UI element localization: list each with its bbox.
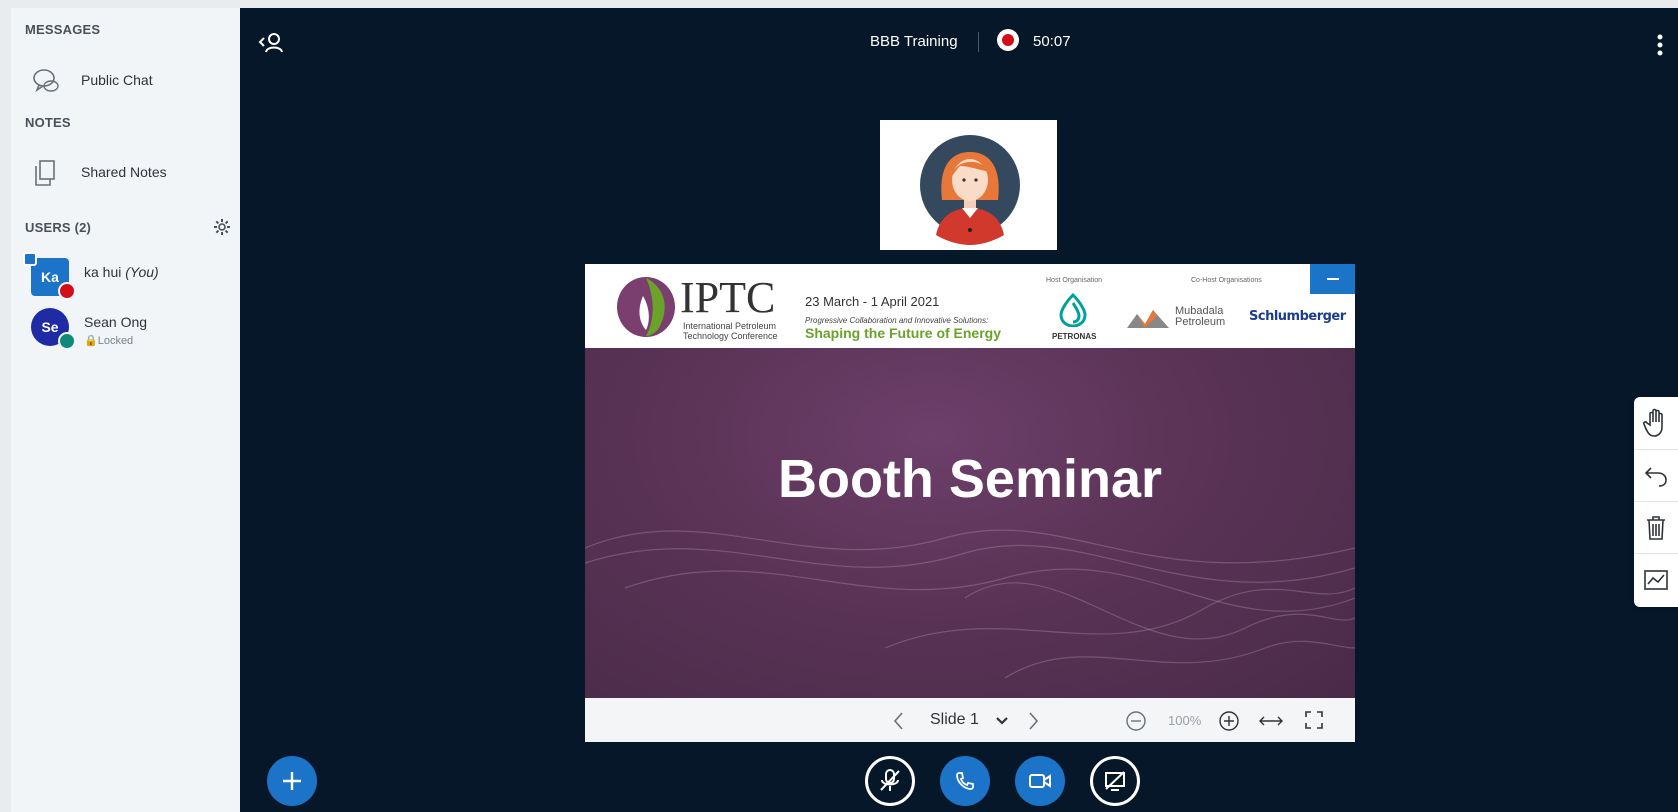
user-name: ka hui (You) — [84, 264, 159, 280]
user-name: Sean Ong — [84, 314, 148, 330]
host-label: Host Organisation — [1046, 277, 1103, 284]
record-button[interactable] — [997, 29, 1019, 51]
presentation-toolbar: Slide 1 100% — [585, 698, 1355, 742]
multi-user-tool[interactable] — [1634, 553, 1678, 606]
whiteboard-toolbar — [1634, 397, 1678, 607]
recording-time: 50:07 — [1033, 33, 1071, 50]
chevron-down-icon[interactable] — [995, 716, 1009, 726]
users-section-title: USERS (2) — [25, 220, 92, 235]
mubadala-logo-icon — [1127, 310, 1169, 328]
fit-width-icon[interactable] — [1258, 712, 1284, 730]
public-chat-item[interactable]: Public Chat — [11, 58, 240, 102]
user-item-sean-ong[interactable]: Se Sean Ong 🔒Locked — [11, 304, 240, 354]
toggle-userlist-icon[interactable] — [258, 30, 286, 56]
tagline-big: Shaping the Future of Energy — [805, 325, 1002, 341]
mubadala-text: Mubadala Petroleum — [1175, 305, 1226, 328]
zoom-in-icon[interactable] — [1218, 710, 1240, 732]
muted-microphone-icon — [880, 769, 900, 791]
lock-status: 🔒Locked — [84, 335, 134, 347]
schlumberger-logo: Schlumberger — [1249, 309, 1346, 324]
petronas-logo-icon — [1059, 293, 1087, 327]
video-camera-icon — [1029, 774, 1051, 788]
shared-notes-item[interactable]: Shared Notes — [11, 150, 240, 194]
meeting-title: BBB Training — [870, 33, 958, 50]
share-webcam-button[interactable] — [1015, 756, 1065, 806]
zoom-out-icon[interactable] — [1125, 710, 1147, 732]
clear-tool[interactable] — [1634, 501, 1678, 554]
notes-section-title: NOTES — [25, 115, 71, 130]
fullscreen-icon[interactable] — [1304, 710, 1324, 730]
petronas-label: PETRONAS — [1052, 332, 1097, 341]
avatar-initials: Ka — [41, 269, 59, 285]
chat-icon — [33, 69, 59, 93]
divider — [978, 32, 979, 52]
minimize-presentation-button[interactable] — [1310, 264, 1355, 294]
gear-icon[interactable] — [212, 217, 232, 237]
slide-header-banner: IPTC International Petroleum Technology … — [585, 264, 1355, 348]
avatar-initials: Se — [41, 319, 59, 335]
user-avatar-icon — [920, 135, 1020, 245]
minus-icon — [1326, 278, 1339, 280]
more-options-icon[interactable] — [1655, 32, 1665, 58]
undo-icon — [1644, 467, 1667, 487]
actions-button[interactable] — [267, 756, 317, 806]
webcam-video[interactable] — [880, 120, 1057, 250]
shared-notes-label: Shared Notes — [81, 164, 167, 180]
slide-title: Booth Seminar — [777, 449, 1163, 509]
headphones-icon — [58, 332, 76, 350]
tagline-small: Progressive Collaboration and Innovative… — [805, 316, 989, 325]
leave-audio-button[interactable] — [940, 756, 990, 806]
presenter-icon — [23, 252, 37, 266]
next-slide-icon[interactable] — [1027, 711, 1039, 731]
slide-content[interactable]: Booth Seminar — [585, 348, 1355, 698]
you-tag: (You) — [125, 264, 159, 280]
slide-selector[interactable]: Slide 1 — [930, 711, 979, 729]
zoom-level: 100% — [1168, 713, 1202, 728]
phone-icon — [956, 772, 974, 790]
presentation-area: IPTC International Petroleum Technology … — [585, 264, 1355, 742]
share-screen-button[interactable] — [1090, 756, 1140, 806]
iptc-sub2: Technology Conference — [683, 331, 778, 341]
previous-slide-icon[interactable] — [893, 711, 905, 731]
notes-icon — [35, 160, 55, 186]
user-item-ka-hui[interactable]: Ka ka hui (You) — [11, 252, 240, 304]
screen-share-off-icon — [1105, 771, 1125, 791]
public-chat-label: Public Chat — [81, 72, 153, 88]
cohost-label: Co-Host Organisations — [1191, 277, 1262, 284]
muted-mic-icon — [58, 282, 76, 300]
unmute-button[interactable] — [865, 756, 915, 806]
record-icon — [1002, 34, 1014, 46]
undo-tool[interactable] — [1634, 449, 1678, 502]
iptc-logo-icon — [617, 277, 675, 337]
smoke-waves-graphic — [585, 529, 1355, 679]
hand-tool[interactable] — [1634, 397, 1678, 449]
user-list-sidebar: MESSAGES Public Chat NOTES Shared Notes … — [11, 8, 240, 812]
lock-icon: 🔒 — [84, 335, 98, 347]
hand-icon — [1643, 408, 1663, 437]
iptc-sub1: International Petroleum — [683, 321, 777, 331]
messages-section-title: MESSAGES — [25, 22, 101, 37]
main-area: BBB Training 50:07 IPTC International Pe… — [240, 8, 1678, 812]
trash-icon — [1647, 516, 1665, 540]
whiteboard-icon — [1644, 570, 1668, 590]
conference-dates: 23 March - 1 April 2021 — [805, 294, 940, 309]
iptc-logo-text: IPTC — [680, 273, 776, 322]
plus-icon — [283, 772, 301, 790]
